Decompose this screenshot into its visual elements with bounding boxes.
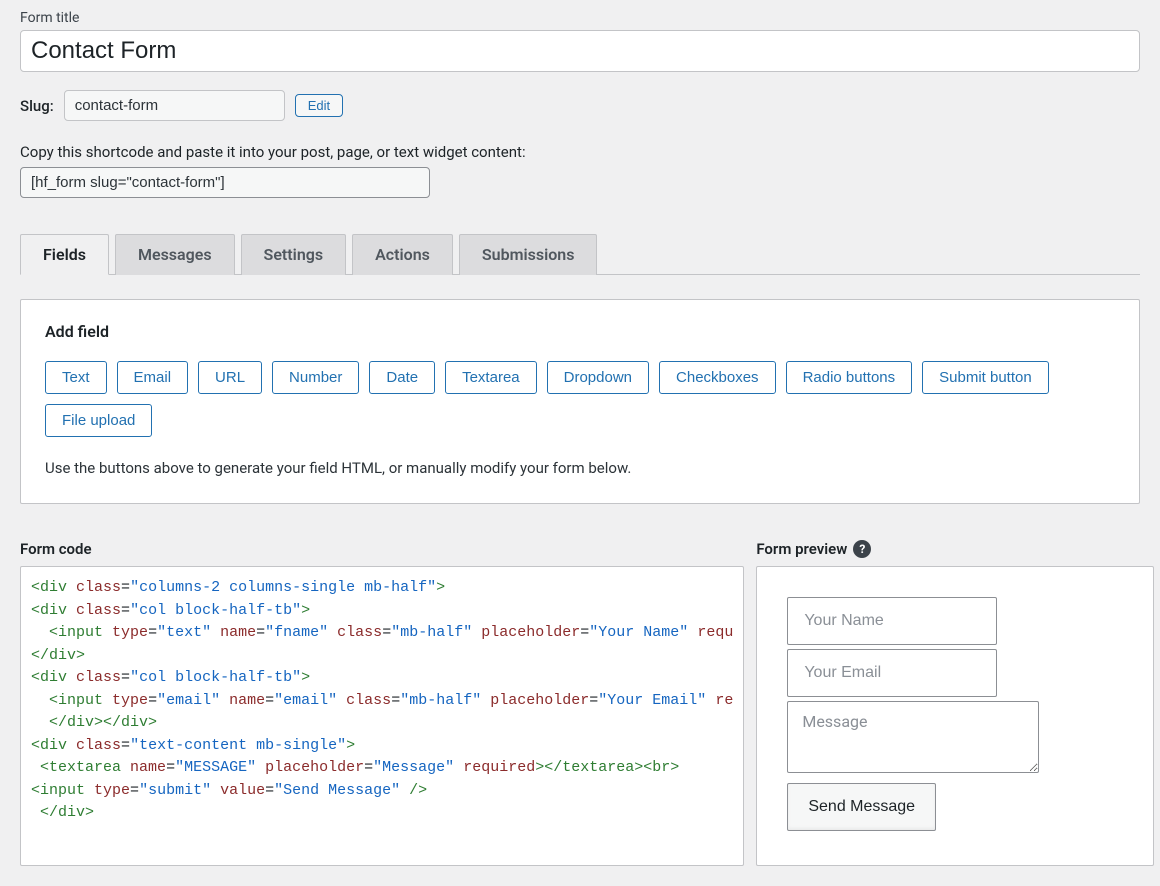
- tab-submissions[interactable]: Submissions: [459, 234, 598, 275]
- edit-slug-button[interactable]: Edit: [295, 94, 343, 117]
- shortcode-description: Copy this shortcode and paste it into yo…: [20, 143, 1140, 161]
- form-code-heading: Form code: [20, 540, 744, 558]
- preview-submit-button[interactable]: Send Message: [787, 783, 936, 831]
- form-preview-box: Send Message: [756, 566, 1153, 866]
- tab-settings[interactable]: Settings: [241, 234, 347, 275]
- tab-actions[interactable]: Actions: [352, 234, 453, 275]
- field-type-checkboxes[interactable]: Checkboxes: [659, 361, 776, 394]
- slug-label: Slug:: [20, 97, 54, 115]
- field-type-url[interactable]: URL: [198, 361, 262, 394]
- field-type-submit-button[interactable]: Submit button: [922, 361, 1049, 394]
- tabs: FieldsMessagesSettingsActionsSubmissions: [20, 234, 1140, 275]
- form-code-editor[interactable]: <div class="columns-2 columns-single mb-…: [20, 566, 744, 866]
- form-code-column: Form code <div class="columns-2 columns-…: [20, 540, 750, 866]
- form-preview-heading: Form preview: [756, 540, 847, 558]
- tab-fields[interactable]: Fields: [20, 234, 109, 275]
- form-title-input[interactable]: [20, 30, 1140, 72]
- form-title-label: Form title: [20, 10, 1140, 26]
- field-type-number[interactable]: Number: [272, 361, 359, 394]
- add-field-panel: Add field Text Email URL Number Date Textarea…: [20, 299, 1140, 504]
- slug-row: Slug: Edit: [20, 90, 1140, 121]
- add-field-hint: Use the buttons above to generate your f…: [45, 459, 1115, 477]
- preview-message-textarea[interactable]: [787, 701, 1039, 773]
- tab-messages[interactable]: Messages: [115, 234, 235, 275]
- field-type-email[interactable]: Email: [117, 361, 189, 394]
- field-type-date[interactable]: Date: [369, 361, 435, 394]
- help-icon[interactable]: ?: [853, 540, 871, 558]
- form-preview-column: Form preview ? Send Message: [750, 540, 1153, 866]
- shortcode-input[interactable]: [20, 167, 430, 198]
- field-type-text[interactable]: Text: [45, 361, 107, 394]
- field-type-buttons: Text Email URL Number Date Textarea Dropdown Ch…: [45, 361, 1115, 437]
- field-type-textarea[interactable]: Textarea: [445, 361, 537, 394]
- field-type-radio-buttons[interactable]: Radio buttons: [786, 361, 913, 394]
- slug-input[interactable]: [64, 90, 285, 121]
- preview-email-input[interactable]: [787, 649, 997, 697]
- add-field-heading: Add field: [45, 322, 1115, 341]
- preview-name-input[interactable]: [787, 597, 997, 645]
- form-builder: Form code <div class="columns-2 columns-…: [20, 540, 1140, 866]
- field-type-dropdown[interactable]: Dropdown: [547, 361, 649, 394]
- field-type-file-upload[interactable]: File upload: [45, 404, 152, 437]
